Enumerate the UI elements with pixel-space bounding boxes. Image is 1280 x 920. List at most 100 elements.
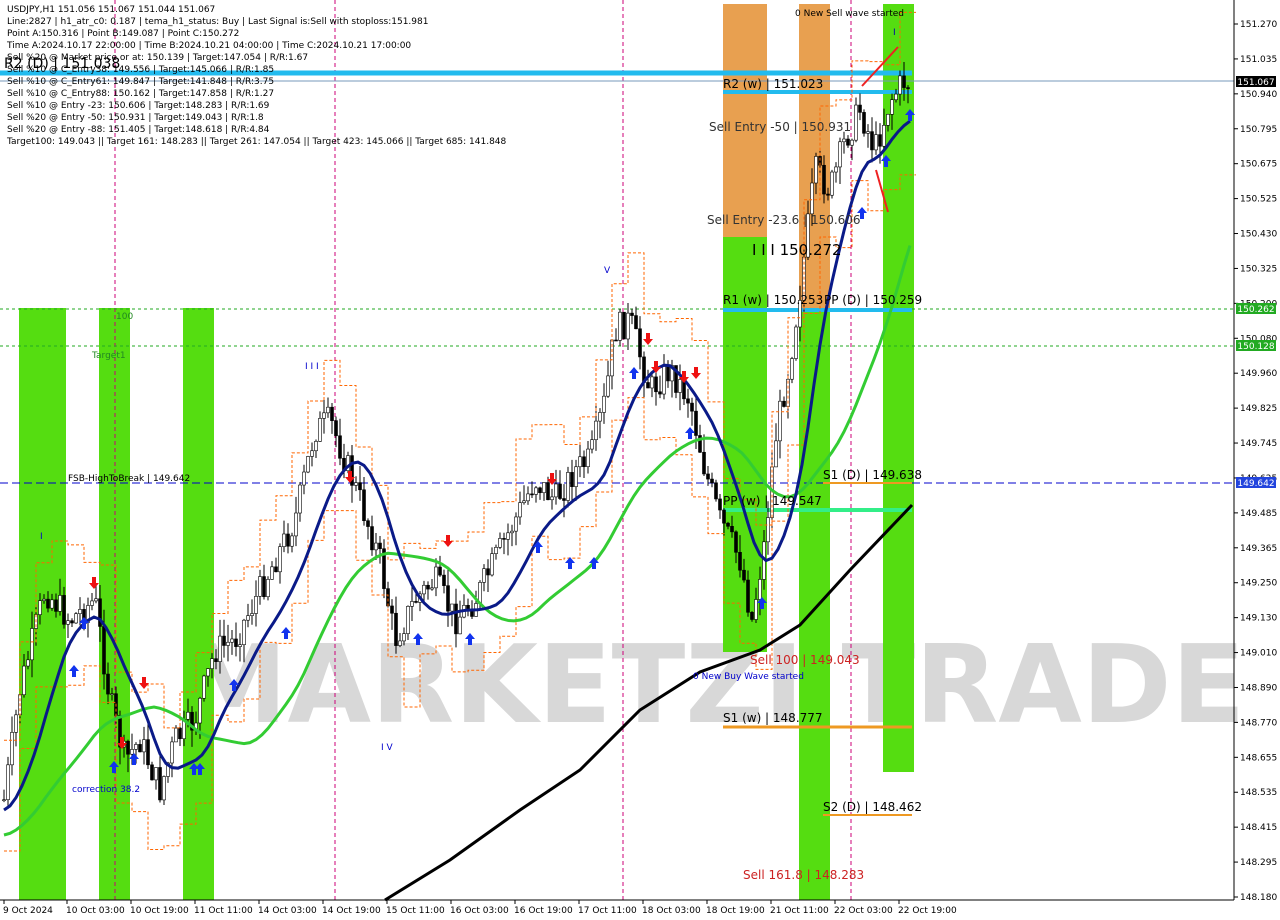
price-axis[interactable]: 151.270 151.035 150.940 150.795 150.675 150.5…	[1234, 20, 1277, 903]
r1-weekly-label: R1 (w) | 150.253	[723, 293, 823, 307]
candle-body	[518, 502, 522, 518]
candle-body	[90, 600, 94, 606]
candle-body	[750, 611, 754, 620]
candle-body	[150, 764, 154, 781]
candle-body	[718, 498, 722, 511]
candle-body	[590, 439, 594, 450]
time-tick-label: 16 Oct 03:00	[450, 906, 509, 916]
candle-body	[458, 616, 462, 635]
candle-body	[130, 749, 134, 755]
price-tick-label: 149.485	[1240, 509, 1277, 519]
price-tick-label: 150.525	[1240, 195, 1277, 205]
candle-body	[158, 767, 162, 801]
candle-body	[250, 613, 254, 616]
candle-body	[498, 538, 502, 548]
candle-body	[506, 532, 510, 540]
candle-body	[374, 542, 378, 551]
candle-body	[178, 727, 182, 740]
candle-body	[530, 493, 534, 496]
candle-body	[210, 658, 214, 669]
candle-body	[870, 131, 874, 151]
candle-body	[450, 603, 454, 612]
candle-body	[334, 420, 338, 437]
time-tick-label: 18 Oct 03:00	[642, 906, 701, 916]
candle-body	[822, 164, 826, 195]
candle-body	[878, 134, 882, 147]
price-tick-label: 148.295	[1240, 858, 1277, 868]
candle-body	[362, 489, 366, 522]
candle-body	[630, 312, 634, 316]
candle-body	[622, 311, 626, 340]
candle-body	[618, 311, 622, 341]
candle-body	[6, 764, 10, 801]
candle-body	[234, 638, 238, 647]
s1-weekly-label: S1 (w) | 148.777	[723, 711, 823, 725]
candle-body	[598, 412, 602, 422]
candle-body	[690, 402, 694, 412]
candle-body	[262, 576, 266, 598]
candle-body	[574, 466, 578, 487]
candle-body	[330, 406, 334, 421]
price-tick-label: 149.825	[1240, 404, 1277, 414]
candle-body	[170, 741, 174, 764]
info-line: Sell %10 @ C_Entry61: 149.847 | Target:1…	[7, 77, 275, 87]
candle-body	[658, 391, 662, 395]
candle-body	[134, 744, 138, 750]
price-tick-label: 148.890	[1240, 683, 1277, 693]
sell100-label: Sell 100 | 149.043	[750, 653, 860, 667]
candle-body	[490, 553, 494, 576]
candle-body	[502, 538, 506, 540]
candle-body	[326, 406, 330, 414]
candle-body	[202, 675, 206, 699]
candle-body	[866, 131, 870, 134]
candle-body	[106, 673, 110, 695]
candle-body	[58, 595, 62, 612]
candle-body	[810, 182, 814, 215]
pp-weekly-label: PP (w) | 149.547	[723, 494, 822, 508]
candle-body	[338, 435, 342, 459]
time-tick-label: 21 Oct 11:00	[770, 906, 829, 916]
candle-body	[302, 471, 306, 486]
candle-body	[358, 482, 362, 491]
price-tick-label: 149.365	[1240, 544, 1277, 554]
sell-entry-236-label: Sell Entry -23.6 | 150.606	[707, 213, 861, 227]
price-tick-label: 148.655	[1240, 753, 1277, 763]
candle-body	[174, 727, 178, 743]
candle-body	[142, 739, 146, 753]
sell-entry-50-label: Sell Entry -50 | 150.931	[709, 120, 851, 134]
price-tick-label: 148.770	[1240, 718, 1277, 728]
info-line: Sell %10 @ C_Entry88: 150.162 | Target:1…	[7, 89, 275, 99]
r2-daily-overlay-label: R2 (D) | 151.038	[4, 56, 121, 72]
candle-body	[486, 568, 490, 576]
candle-body	[542, 482, 546, 494]
info-line: Sell %10 @ Entry -23: 150.606 | Target:1…	[7, 101, 270, 111]
symbol-header: USDJPY,H1 151.056 151.067 151.044 151.06…	[7, 5, 216, 15]
time-tick-label: 17 Oct 11:00	[578, 906, 637, 916]
tag-150262: 150.262	[1237, 305, 1274, 315]
candle-body	[906, 87, 910, 89]
candle-body	[270, 566, 274, 580]
candle-body	[222, 635, 226, 646]
time-axis[interactable]: 9 Oct 2024 10 Oct 03:00 10 Oct 19:00 11 Oct…	[3, 900, 957, 916]
candle-body	[126, 740, 130, 755]
candle-body	[702, 451, 706, 475]
candle-body	[602, 395, 606, 413]
candle-body	[410, 601, 414, 607]
candle-body	[514, 516, 518, 532]
candle-body	[322, 412, 326, 419]
new-sell-wave-label: 0 New Sell wave started	[795, 9, 904, 19]
candle-body	[626, 312, 630, 340]
time-tick-label: 14 Oct 03:00	[258, 906, 317, 916]
candle-body	[274, 566, 278, 573]
candle-body	[666, 365, 670, 382]
price-tick-label: 150.940	[1240, 90, 1277, 100]
candle-body	[766, 517, 770, 543]
candle-body	[94, 598, 98, 602]
candle-body	[874, 134, 878, 151]
candle-body	[558, 483, 562, 499]
candle-body	[830, 171, 834, 196]
price-tick-label: 149.960	[1240, 369, 1277, 379]
candle-body	[494, 547, 498, 554]
price-tick-label: 151.035	[1240, 55, 1277, 65]
candle-body	[726, 522, 730, 527]
